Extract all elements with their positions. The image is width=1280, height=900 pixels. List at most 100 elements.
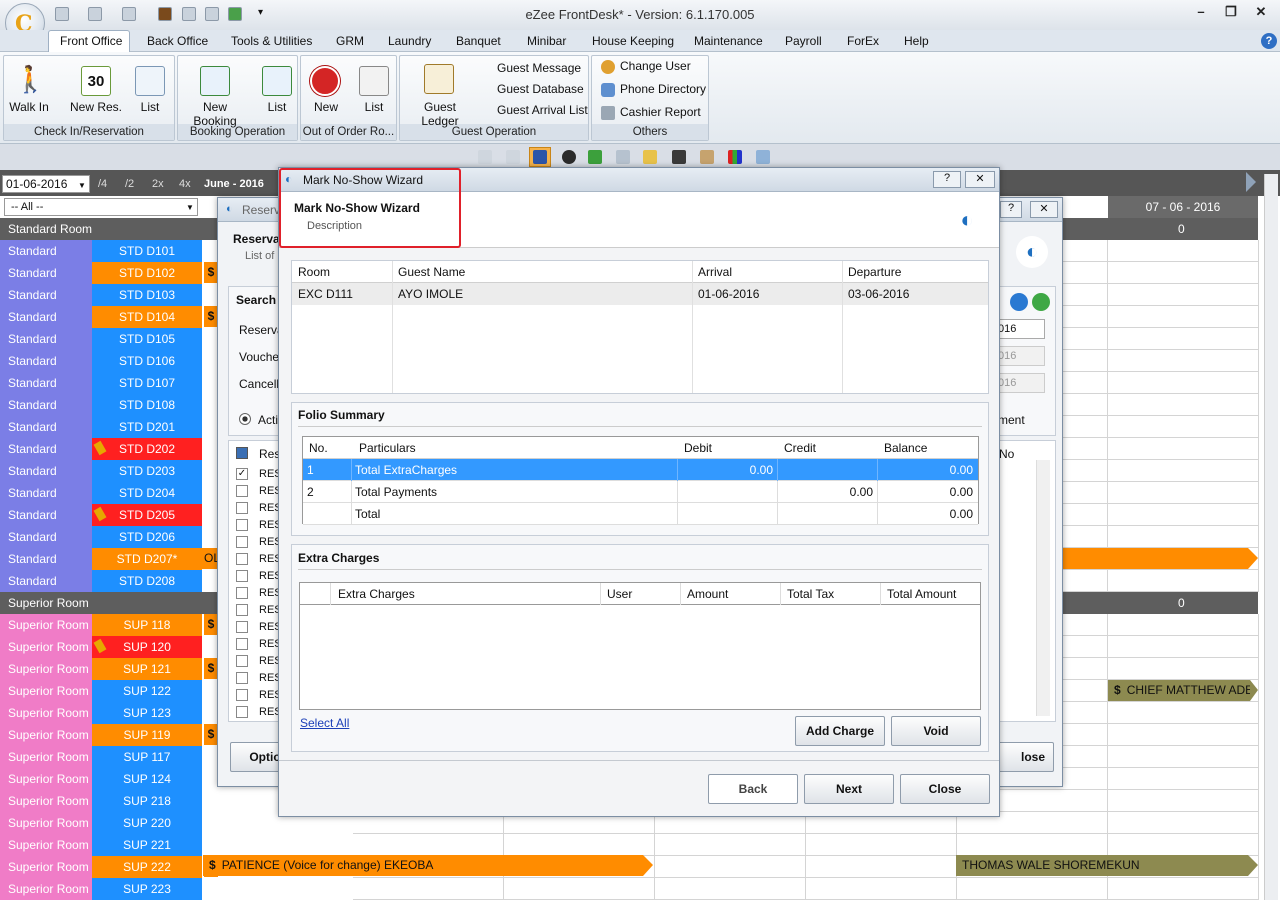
zoom-4x[interactable]: 4x (179, 178, 191, 190)
active-radio[interactable] (239, 413, 251, 425)
zoom-quarter[interactable]: /4 (98, 178, 107, 190)
reservation-bar-std207[interactable] (1060, 548, 1248, 569)
room-number-cell[interactable]: STD D104 (92, 306, 202, 328)
dialog-close-icon[interactable]: ✕ (1030, 201, 1058, 218)
grid-cell[interactable] (1108, 438, 1259, 460)
row-checkbox[interactable] (236, 587, 248, 599)
row-checkbox[interactable] (236, 621, 248, 633)
pencil-icon[interactable] (616, 150, 630, 164)
grid-cell[interactable] (1108, 878, 1259, 900)
room-number-cell[interactable]: STD D204 (92, 482, 202, 504)
grid-cell[interactable] (1108, 746, 1259, 768)
menu-laundry[interactable]: Laundry (388, 34, 431, 48)
menu-tools-utilities[interactable]: Tools & Utilities (231, 34, 312, 48)
guest-ledger-button[interactable]: Guest Ledger (404, 58, 476, 128)
room-number-cell[interactable]: STD D201 (92, 416, 202, 438)
room-number-cell[interactable]: SUP 119 (92, 724, 202, 746)
calculator-icon[interactable] (205, 7, 219, 21)
zoom-2x[interactable]: 2x (152, 178, 164, 190)
minimize-icon[interactable]: – (1190, 4, 1212, 22)
menu-maintenance[interactable]: Maintenance (694, 34, 763, 48)
grid-cell[interactable] (655, 878, 806, 900)
add-charge-button[interactable]: Add Charge (795, 716, 885, 746)
zoom-half[interactable]: /2 (125, 178, 134, 190)
date-dropdown-icon[interactable]: ▼ (78, 181, 86, 190)
help-icon[interactable]: ? (1261, 33, 1277, 49)
date-cancel-input[interactable]: 016 (995, 373, 1045, 393)
room-number-cell[interactable]: STD D102 (92, 262, 202, 284)
grid-cell[interactable] (1108, 834, 1259, 856)
room-number-cell[interactable]: SUP 223 (92, 878, 202, 900)
menu-help[interactable]: Help (904, 34, 929, 48)
grid-cell[interactable] (504, 834, 655, 856)
date-from-input[interactable]: 016 (995, 319, 1045, 339)
grid-cell[interactable] (1108, 614, 1259, 636)
row-checkbox[interactable] (236, 536, 248, 548)
guest-message-button[interactable]: Guest Message (497, 61, 581, 75)
grid-cell[interactable] (1108, 702, 1259, 724)
room-number-cell[interactable]: STD D105 (92, 328, 202, 350)
calendar-icon[interactable] (182, 7, 196, 21)
room-number-cell[interactable]: SUP 221 (92, 834, 202, 856)
grid-cell[interactable] (1108, 328, 1259, 350)
grid-cell[interactable] (1108, 306, 1259, 328)
phone-directory-button[interactable]: Phone Directory (620, 82, 706, 96)
out-of-order-list-button[interactable]: List (354, 58, 394, 118)
list-view-icon[interactable] (506, 150, 520, 164)
grid-cell[interactable] (1108, 262, 1259, 284)
wizard-close-icon[interactable]: ✕ (965, 171, 995, 188)
grid-cell[interactable] (806, 856, 957, 878)
grid-cell[interactable] (1108, 724, 1259, 746)
dialog-help-icon[interactable]: ? (1000, 201, 1022, 218)
room-number-cell[interactable]: STD D206 (92, 526, 202, 548)
back-button[interactable]: Back (708, 774, 798, 804)
table-row[interactable]: EXC D111 AYO IMOLE 01-06-2016 03-06-2016 (292, 283, 988, 305)
reservation-bar-chief[interactable]: $ CHIEF MATTHEW ADERI (1108, 680, 1250, 701)
room-number-cell[interactable]: STD D208 (92, 570, 202, 592)
booking-list-button[interactable]: List (258, 58, 296, 118)
room-number-cell[interactable]: SUP 218 (92, 790, 202, 812)
room-number-cell[interactable]: SUP 122 (92, 680, 202, 702)
room-number-cell[interactable]: SUP 222 (92, 856, 202, 878)
grid-cell[interactable] (1108, 482, 1259, 504)
room-number-cell[interactable]: SUP 123 (92, 702, 202, 724)
guest-arrival-list-button[interactable]: Guest Arrival List (497, 103, 588, 117)
row-checkbox[interactable] (236, 655, 248, 667)
monitor-icon[interactable] (756, 150, 770, 164)
mail-icon[interactable] (122, 7, 136, 21)
grid-cell[interactable] (1108, 240, 1259, 262)
restore-icon[interactable]: ❐ (1220, 4, 1242, 22)
guest-database-button[interactable]: Guest Database (497, 82, 584, 96)
room-number-cell[interactable]: SUP 120 (92, 636, 202, 658)
grid-cell[interactable] (1108, 394, 1259, 416)
row-checkbox[interactable] (236, 553, 248, 565)
walk-in-button[interactable]: 🚶 Walk In (6, 58, 52, 118)
reservation-bar-thomas[interactable]: THOMAS WALE SHOREMEKUN (956, 855, 1248, 876)
void-button[interactable]: Void (891, 716, 981, 746)
out-of-order-new-button[interactable]: New (305, 58, 347, 118)
room-number-cell[interactable]: STD D207* (92, 548, 202, 570)
grid-cell[interactable] (1108, 350, 1259, 372)
grid-cell[interactable] (957, 878, 1108, 900)
menu-back-office[interactable]: Back Office (147, 34, 208, 48)
close-icon[interactable]: ✕ (1250, 4, 1272, 22)
tag-icon[interactable] (643, 150, 657, 164)
grid-cell[interactable] (1108, 790, 1259, 812)
grid-view-icon[interactable] (533, 150, 547, 164)
room-number-cell[interactable]: STD D202 (92, 438, 202, 460)
grid-cell[interactable] (1108, 372, 1259, 394)
date-picker[interactable]: 01-06-2016 (2, 175, 90, 193)
room-number-cell[interactable]: SUP 121 (92, 658, 202, 680)
grid-cell[interactable] (353, 834, 504, 856)
grid-cell[interactable] (504, 878, 655, 900)
menu-forex[interactable]: ForEx (847, 34, 879, 48)
close-button[interactable]: Close (900, 774, 990, 804)
grid-cell[interactable] (1108, 636, 1259, 658)
row-checkbox[interactable]: ✓ (236, 468, 248, 480)
row-checkbox[interactable] (236, 672, 248, 684)
room-number-cell[interactable]: STD D103 (92, 284, 202, 306)
grid-cell[interactable] (353, 878, 504, 900)
reservation-scrollbar[interactable] (1036, 460, 1050, 716)
grid-vertical-scrollbar[interactable] (1264, 174, 1278, 900)
database-icon[interactable] (55, 7, 69, 21)
